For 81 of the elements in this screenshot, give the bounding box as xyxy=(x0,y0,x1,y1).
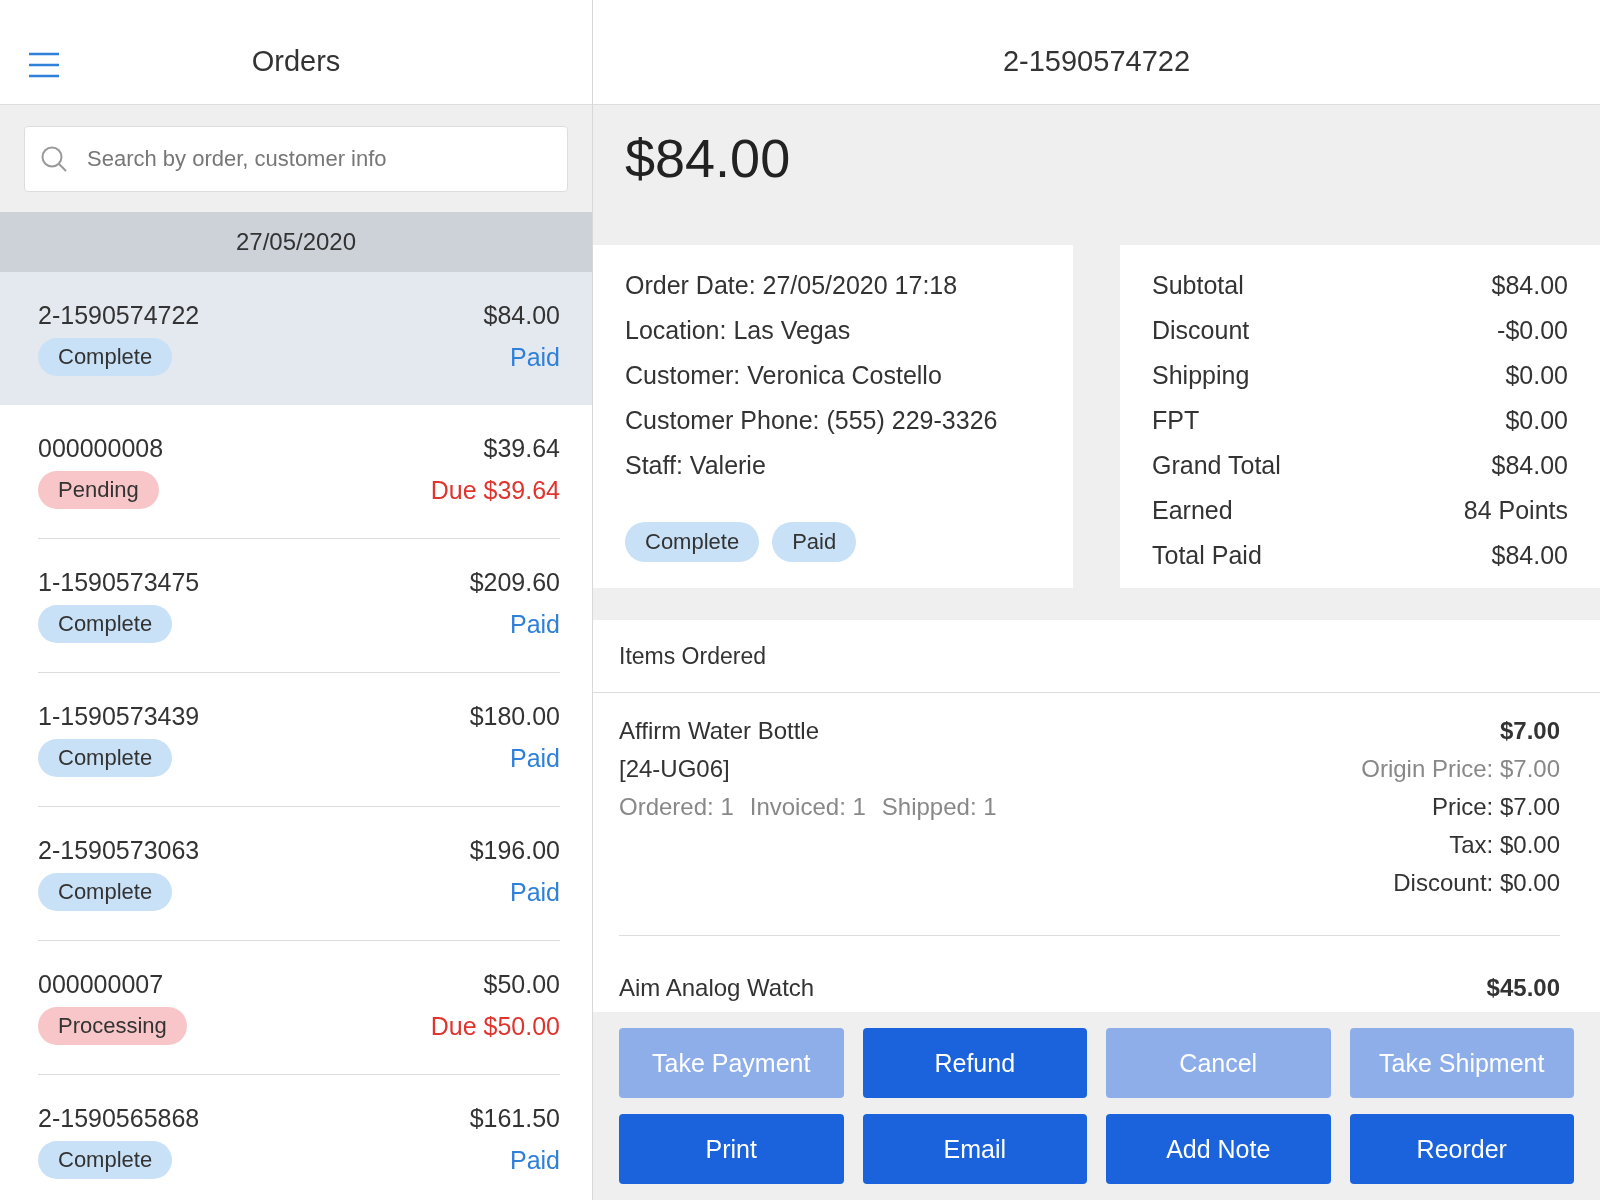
item-name: Aim Analog Watch xyxy=(619,974,815,1002)
status-badge: Processing xyxy=(38,1007,187,1045)
item-price-detail: Tax: $0.00 xyxy=(1449,831,1560,859)
total-label: Grand Total xyxy=(1152,451,1281,480)
payment-status: Due $50.00 xyxy=(430,1011,560,1041)
total-value: -$0.00 xyxy=(1497,316,1568,345)
menu-icon[interactable] xyxy=(28,52,60,78)
action-button[interactable]: Print xyxy=(619,1114,844,1184)
item-price-detail: Price: $7.00 xyxy=(1431,793,1560,821)
payment-status: Paid xyxy=(509,609,560,639)
order-total: $39.64 xyxy=(483,434,560,463)
order-row[interactable]: 1-1590573475 $209.60 Complete Paid xyxy=(0,539,592,672)
item-price: $7.00 xyxy=(1499,717,1560,745)
items-heading: Items Ordered xyxy=(593,620,1600,693)
order-row[interactable]: 000000007 $50.00 Processing Due $50.00 xyxy=(0,941,592,1074)
order-info: Customer Phone: (555) 229-3326 xyxy=(625,406,999,435)
total-value: $0.00 xyxy=(1505,406,1568,435)
item-sku: [24-UG06] xyxy=(619,755,731,783)
order-total: $196.00 xyxy=(469,836,560,865)
item-quantity: Ordered: 1 xyxy=(619,793,734,821)
search-icon xyxy=(40,144,68,173)
order-row[interactable]: 2-1590573063 $196.00 Complete Paid xyxy=(0,807,592,940)
sidebar-title: Orders xyxy=(251,43,341,78)
item-price-detail: Discount: $0.00 xyxy=(1393,869,1560,897)
order-total: $50.00 xyxy=(483,970,560,999)
total-label: Shipping xyxy=(1152,361,1250,390)
item-price-detail: Origin Price: $7.00 xyxy=(1361,755,1560,783)
status-badge: Complete xyxy=(38,1141,173,1179)
date-header: 27/05/2020 xyxy=(0,212,592,272)
status-badge: Paid xyxy=(772,522,857,562)
total-value: $84.00 xyxy=(1491,451,1568,480)
order-info: Order Date: 27/05/2020 17:18 xyxy=(625,271,959,300)
search-field[interactable]: Search by order, customer info xyxy=(24,125,568,192)
total-label: Subtotal xyxy=(1152,271,1244,300)
action-button[interactable]: Reorder xyxy=(1349,1114,1574,1184)
payment-status: Paid xyxy=(509,877,560,907)
payment-status: Paid xyxy=(509,342,560,372)
order-row[interactable]: 2-1590565868 $161.50 Complete Paid xyxy=(0,1075,592,1200)
action-button[interactable]: Refund xyxy=(862,1028,1087,1098)
item-price: $45.00 xyxy=(1486,974,1560,1002)
total-label: Earned xyxy=(1152,496,1233,525)
item-quantity: Invoiced: 1 xyxy=(749,793,866,821)
order-info: Customer: Veronica Costello xyxy=(625,361,943,390)
total-value: $0.00 xyxy=(1505,361,1568,390)
order-row[interactable]: 000000008 $39.64 Pending Due $39.64 xyxy=(0,405,592,538)
status-badge: Complete xyxy=(38,605,173,643)
order-info: Staff: Valerie xyxy=(625,451,767,480)
total-label: FPT xyxy=(1152,406,1200,435)
order-title: 2-1590574722 xyxy=(593,0,1600,105)
order-total: $209.60 xyxy=(469,568,560,597)
item-quantity: Shipped: 1 xyxy=(881,793,997,821)
order-amount: $84.00 xyxy=(625,127,791,189)
status-badge: Complete xyxy=(38,873,173,911)
order-row[interactable]: 1-1590573439 $180.00 Complete Paid xyxy=(0,673,592,806)
order-number: 2-1590574722 xyxy=(38,301,200,330)
order-info: Location: Las Vegas xyxy=(625,316,852,345)
order-number: 2-1590565868 xyxy=(38,1104,200,1133)
order-number: 2-1590573063 xyxy=(38,836,200,865)
item-name: Affirm Water Bottle xyxy=(619,717,821,745)
order-row[interactable]: 2-1590574722 $84.00 Complete Paid xyxy=(0,272,592,405)
total-label: Total Paid xyxy=(1152,541,1262,570)
order-total: $161.50 xyxy=(469,1104,560,1133)
action-button[interactable]: Email xyxy=(862,1114,1087,1184)
total-label: Discount xyxy=(1152,316,1250,345)
status-badge: Complete xyxy=(625,522,760,562)
payment-status: Due $39.64 xyxy=(430,475,560,505)
payment-status: Paid xyxy=(509,743,560,773)
order-total: $84.00 xyxy=(483,301,560,330)
total-value: 84 Points xyxy=(1463,496,1568,525)
total-value: $84.00 xyxy=(1491,541,1568,570)
status-badge: Complete xyxy=(38,739,173,777)
order-total: $180.00 xyxy=(469,702,560,731)
order-number: 1-1590573439 xyxy=(38,702,200,731)
payment-status: Paid xyxy=(509,1145,560,1175)
total-value: $84.00 xyxy=(1491,271,1568,300)
order-number: 1-1590573475 xyxy=(38,568,200,597)
order-number: 000000007 xyxy=(38,970,164,999)
status-badge: Complete xyxy=(38,338,173,376)
status-badge: Pending xyxy=(38,471,159,509)
order-number: 000000008 xyxy=(38,434,164,463)
action-button[interactable]: Add Note xyxy=(1106,1114,1331,1184)
